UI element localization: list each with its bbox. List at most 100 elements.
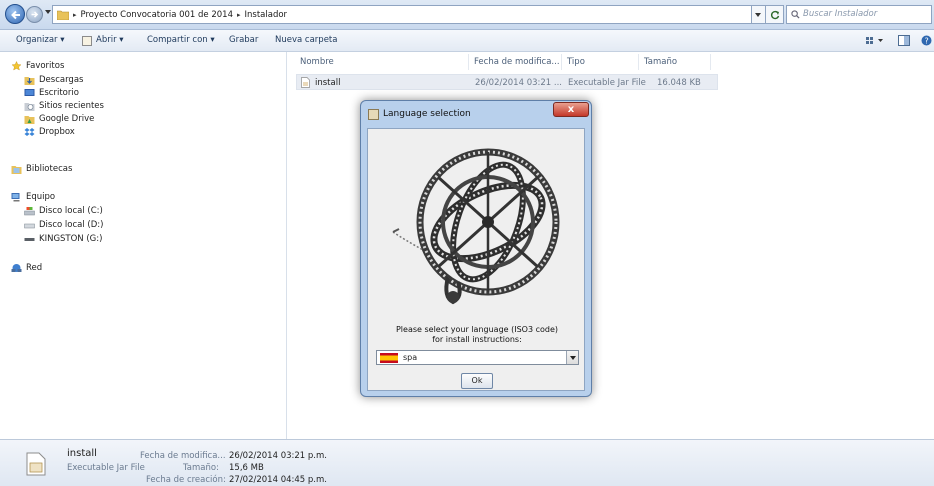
desktop-icon: [24, 89, 35, 96]
column-header-name[interactable]: Nombre: [300, 57, 334, 67]
language-dropdown-arrow[interactable]: [566, 351, 578, 364]
nav-item-label: Disco local (C:): [39, 206, 103, 216]
preview-pane-icon[interactable]: [898, 35, 910, 46]
address-bar-area: ▸ Proyecto Convocatoria 001 de 2014 ▸ In…: [0, 0, 934, 30]
language-select[interactable]: spa: [376, 350, 579, 365]
details-file-type: Executable Jar File: [67, 463, 145, 473]
details-size-label: Tamaño:: [183, 463, 219, 473]
column-separator[interactable]: [561, 54, 562, 70]
file-name: install: [315, 78, 341, 88]
details-modified-value: 26/02/2014 03:21 p.m.: [229, 451, 327, 461]
network-icon: [11, 264, 22, 272]
jar-file-icon: [301, 77, 310, 88]
forward-button[interactable]: [26, 6, 43, 23]
column-header-size[interactable]: Tamaño: [644, 57, 677, 67]
nav-network[interactable]: Red: [11, 263, 42, 273]
dropbox-icon: [24, 128, 35, 136]
language-prompt: Please select your language (ISO3 code) …: [368, 325, 586, 345]
navigation-pane: Favoritos Descargas Escritorio Sitios re…: [0, 52, 287, 439]
folder-icon: [57, 10, 69, 20]
help-icon[interactable]: ?: [921, 35, 932, 46]
nav-drive-g[interactable]: KINGSTON (G:): [24, 234, 102, 244]
recent-places-icon: [24, 103, 35, 111]
breadcrumb-separator: ▸: [237, 10, 241, 19]
refresh-icon: [770, 10, 780, 20]
file-modified: 26/02/2014 03:21 ...: [475, 78, 562, 88]
breadcrumb-separator: ▸: [73, 10, 77, 19]
nav-item-label: Google Drive: [39, 114, 95, 124]
share-with-button[interactable]: Compartir con ▾: [147, 35, 215, 45]
nav-drive-d[interactable]: Disco local (D:): [24, 220, 103, 230]
nav-favorites[interactable]: Favoritos: [11, 61, 64, 71]
search-icon: [791, 10, 800, 19]
nav-item-dropbox[interactable]: Dropbox: [24, 127, 75, 137]
details-size-value: 15,6 MB: [229, 463, 264, 473]
prompt-line-2: for install instructions:: [432, 335, 522, 344]
history-dropdown-icon[interactable]: [45, 10, 51, 14]
details-modified-label: Fecha de modifica...: [140, 451, 226, 461]
nav-item-label: Sitios recientes: [39, 101, 104, 111]
command-toolbar: Organizar ▾ Abrir ▾ Compartir con ▾ Grab…: [0, 30, 934, 52]
details-pane: install Executable Jar File Fecha de mod…: [0, 439, 934, 486]
search-input[interactable]: Buscar Instalador: [786, 5, 932, 24]
nav-libraries[interactable]: Bibliotecas: [11, 164, 72, 174]
dialog-title: Language selection: [383, 109, 471, 119]
column-separator[interactable]: [468, 54, 469, 70]
nav-computer-label: Equipo: [26, 192, 56, 202]
details-created-label: Fecha de creación:: [146, 475, 226, 485]
chevron-down-icon: [570, 356, 576, 360]
nav-item-label: KINGSTON (G:): [39, 234, 103, 244]
details-created-value: 27/02/2014 04:45 p.m.: [229, 475, 327, 485]
java-app-icon: [368, 109, 379, 120]
nav-item-label: Escritorio: [39, 88, 79, 98]
nav-network-label: Red: [26, 263, 43, 273]
jar-file-icon: [26, 452, 46, 476]
close-button[interactable]: x: [553, 102, 589, 117]
nav-libraries-label: Bibliotecas: [26, 164, 73, 174]
forward-arrow-icon: [31, 11, 39, 18]
star-icon: [11, 61, 22, 71]
file-size: 16.048 KB: [657, 78, 701, 88]
nav-item-label: Dropbox: [39, 127, 75, 137]
burn-button[interactable]: Grabar: [229, 35, 258, 45]
usb-drive-icon: [24, 238, 35, 241]
nav-item-sitios-recientes[interactable]: Sitios recientes: [24, 101, 104, 111]
dialog-body: Please select your language (ISO3 code) …: [367, 128, 585, 391]
new-folder-button[interactable]: Nueva carpeta: [275, 35, 337, 45]
refresh-button[interactable]: [766, 5, 784, 24]
nav-drive-c[interactable]: Disco local (C:): [24, 206, 103, 216]
column-separator[interactable]: [638, 54, 639, 70]
organize-button[interactable]: Organizar ▾: [16, 35, 65, 45]
address-dropdown-button[interactable]: [752, 5, 766, 24]
view-options-icon[interactable]: [866, 36, 886, 46]
nav-item-label: Descargas: [39, 75, 84, 85]
jar-file-icon: [82, 36, 92, 46]
spain-flag-icon: [380, 353, 398, 363]
ok-button[interactable]: Ok: [461, 373, 493, 389]
column-header-type[interactable]: Tipo: [567, 57, 585, 67]
system-drive-icon: [24, 207, 35, 216]
nav-item-google-drive[interactable]: Google Drive: [24, 114, 94, 124]
svg-text:?: ?: [925, 37, 929, 46]
open-button[interactable]: Abrir ▾: [96, 35, 124, 45]
breadcrumb-project[interactable]: Proyecto Convocatoria 001 de 2014: [81, 10, 233, 20]
google-drive-icon: [24, 116, 35, 124]
nav-favorites-label: Favoritos: [26, 61, 65, 71]
column-separator[interactable]: [710, 54, 711, 70]
back-arrow-icon: [11, 10, 20, 20]
nav-item-escritorio[interactable]: Escritorio: [24, 88, 79, 98]
column-header-modified[interactable]: Fecha de modifica...: [474, 57, 560, 67]
table-row[interactable]: install 26/02/2014 03:21 ... Executable …: [296, 74, 718, 90]
nav-item-descargas[interactable]: Descargas: [24, 75, 83, 85]
back-button[interactable]: [5, 4, 25, 24]
drive-icon: [24, 223, 35, 229]
armillary-sphere-icon: [392, 148, 560, 305]
file-type: Executable Jar File: [568, 78, 646, 88]
downloads-icon: [24, 77, 35, 85]
language-selection-dialog: Language selection x Please select your …: [360, 100, 592, 397]
nav-computer[interactable]: Equipo: [11, 192, 55, 202]
breadcrumb-instalador[interactable]: Instalador: [245, 10, 288, 20]
address-box[interactable]: ▸ Proyecto Convocatoria 001 de 2014 ▸ In…: [52, 5, 752, 24]
computer-icon: [11, 193, 20, 202]
language-value: spa: [403, 353, 418, 362]
